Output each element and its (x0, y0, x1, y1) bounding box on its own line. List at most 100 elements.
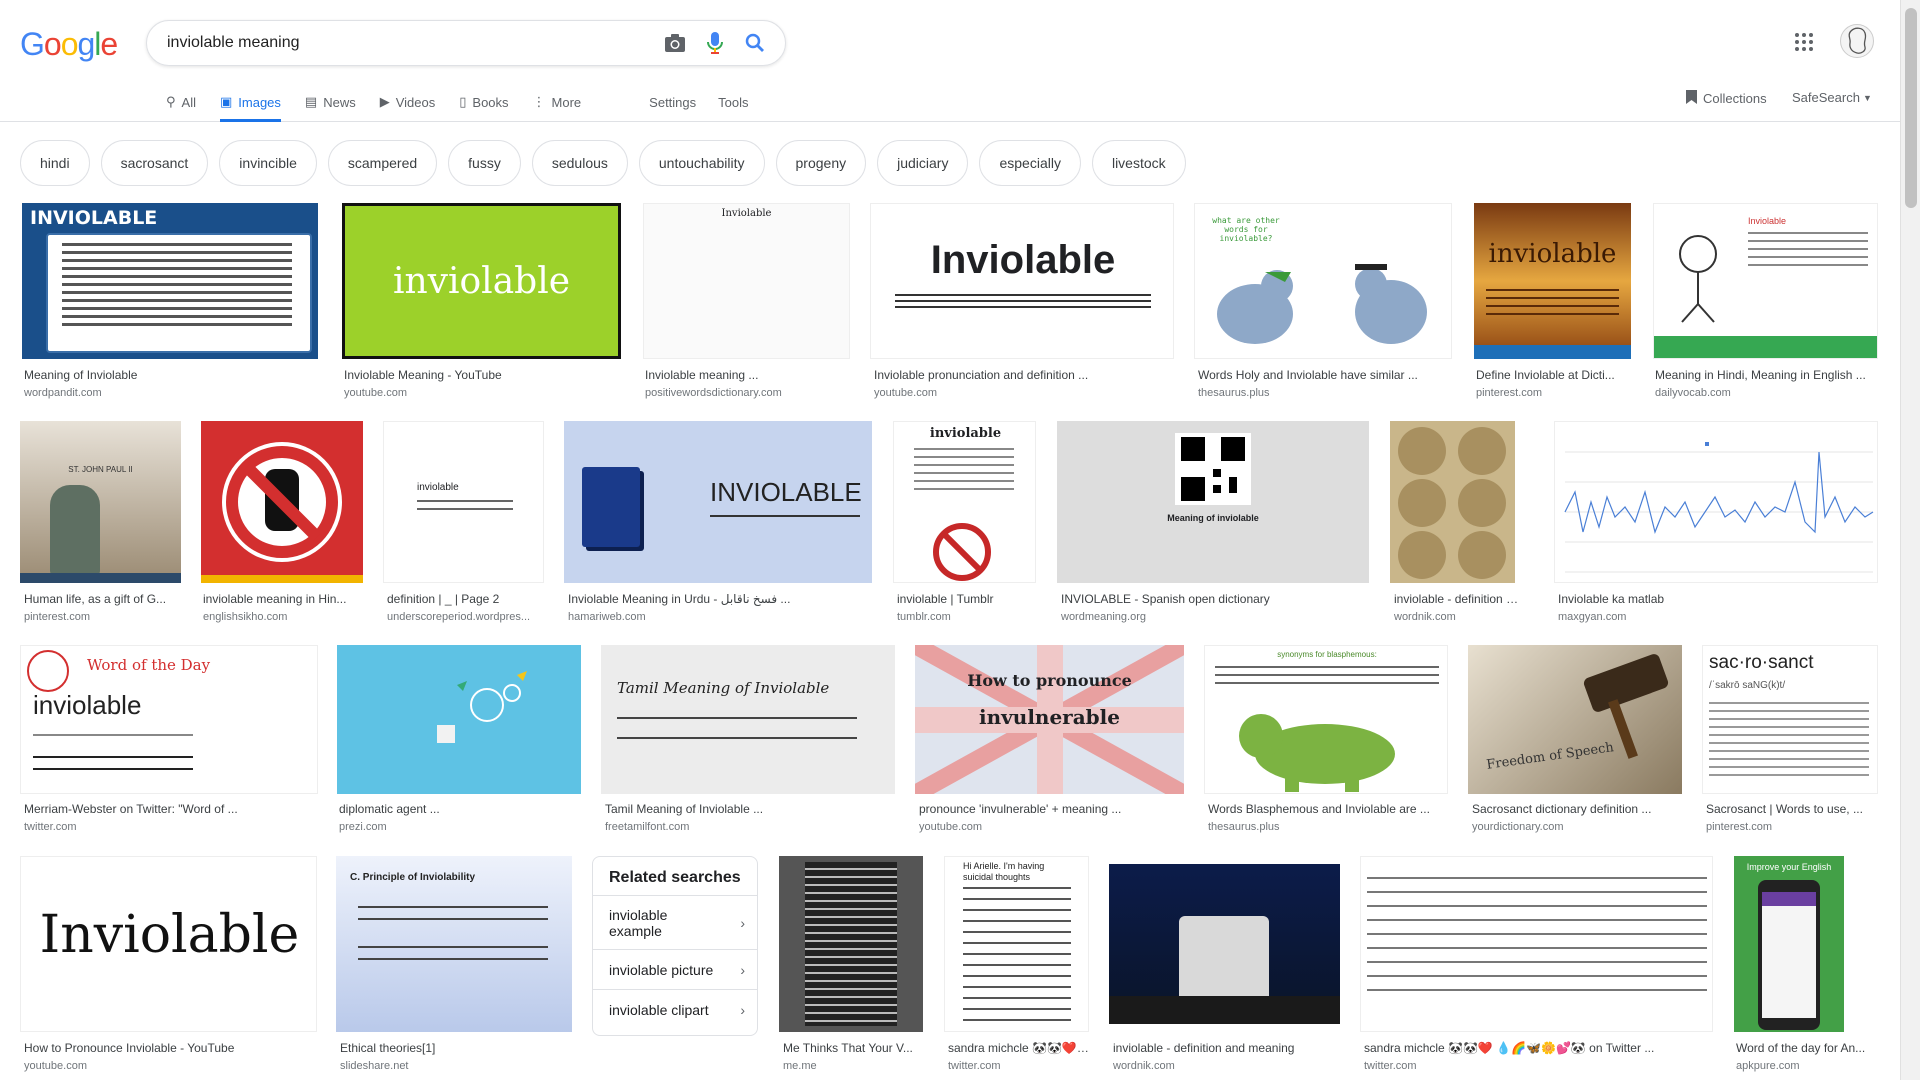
result-thumbnail[interactable]: INVIOLABLE (564, 421, 872, 583)
result-title[interactable]: Meaning of Inviolable (24, 368, 316, 382)
chip[interactable]: fussy (448, 140, 521, 186)
chip[interactable]: untouchability (638, 140, 765, 186)
tab-books[interactable]: ▯ Books (459, 88, 508, 122)
safesearch-menu[interactable]: SafeSearch ▼ (1792, 90, 1872, 105)
apps-grid-icon[interactable] (1794, 32, 1814, 52)
result-source[interactable]: pinterest.com (24, 611, 181, 623)
result-title[interactable]: inviolable - definition and meaning (1113, 1041, 1340, 1055)
result-title[interactable]: Inviolable meaning ... (645, 368, 848, 382)
chip[interactable]: especially (979, 140, 1081, 186)
result-thumbnail[interactable]: Meaning of inviolable (1057, 421, 1369, 583)
result-title[interactable]: Ethical theories[1] (340, 1041, 572, 1055)
search-box[interactable]: inviolable meaning (146, 20, 786, 66)
result-thumbnail[interactable] (1109, 856, 1340, 1032)
chip[interactable]: judiciary (877, 140, 969, 186)
result-title[interactable]: Define Inviolable at Dicti... (1476, 368, 1631, 382)
result-thumbnail[interactable]: inviolable (1474, 203, 1631, 359)
result-thumbnail[interactable]: Inviolable (1653, 203, 1878, 359)
result-source[interactable]: twitter.com (1364, 1060, 1713, 1072)
result-source[interactable]: pinterest.com (1476, 387, 1631, 399)
related-search-item[interactable]: inviolable picture › (593, 950, 757, 990)
result-title[interactable]: pronounce 'invulnerable' + meaning ... (919, 802, 1184, 816)
result-title[interactable]: diplomatic agent ... (339, 802, 581, 816)
result-title[interactable]: Meaning in Hindi, Meaning in English ... (1655, 368, 1878, 382)
result-source[interactable]: twitter.com (948, 1060, 1089, 1072)
result-thumbnail[interactable]: Improve your English (1734, 856, 1844, 1032)
result-source[interactable]: thesaurus.plus (1208, 821, 1448, 833)
tab-more[interactable]: ⋮ More (533, 88, 582, 122)
result-title[interactable]: Me Thinks That Your V... (783, 1041, 923, 1055)
result-source[interactable]: dailyvocab.com (1655, 387, 1878, 399)
result-thumbnail[interactable]: Tamil Meaning of Inviolable (601, 645, 895, 794)
result-thumbnail[interactable]: Word of the Day inviolable (20, 645, 318, 794)
result-source[interactable]: twitter.com (24, 821, 318, 833)
result-title[interactable]: sandra michcle 🐼🐼❤️ ... (948, 1041, 1089, 1055)
result-source[interactable]: wordnik.com (1113, 1060, 1340, 1072)
tab-images[interactable]: ▣ Images (219, 88, 281, 122)
result-title[interactable]: Sacrosanct | Words to use, ... (1706, 802, 1878, 816)
result-title[interactable]: Word of the day for An... (1736, 1041, 1886, 1055)
result-source[interactable]: youtube.com (919, 821, 1184, 833)
tab-videos[interactable]: ▶ Videos (380, 88, 436, 122)
tools-link[interactable]: Tools (718, 88, 748, 122)
result-title[interactable]: Human life, as a gift of G... (24, 592, 181, 606)
related-search-item[interactable]: inviolable example › (593, 896, 757, 950)
result-thumbnail[interactable]: Inviolable (643, 203, 850, 359)
chip[interactable]: sacrosanct (100, 140, 209, 186)
result-title[interactable]: Words Holy and Inviolable have similar .… (1198, 368, 1452, 382)
result-title[interactable]: inviolable - definition a... (1394, 592, 1519, 606)
result-title[interactable]: Inviolable ka matlab (1558, 592, 1878, 606)
result-thumbnail[interactable]: ST. JOHN PAUL II (20, 421, 181, 583)
result-thumbnail[interactable]: Hi Arielle. I'm having suicidal thoughts (944, 856, 1089, 1032)
result-title[interactable]: sandra michcle 🐼🐼❤️ 💧🌈🦋🌼💕🐼 on Twitter ..… (1364, 1041, 1713, 1055)
tab-news[interactable]: ▤ News (305, 88, 356, 122)
result-title[interactable]: INVIOLABLE - Spanish open dictionary (1061, 592, 1369, 606)
result-source[interactable]: youtube.com (24, 1060, 317, 1072)
account-avatar[interactable] (1840, 24, 1874, 58)
result-thumbnail[interactable]: Inviolable (20, 856, 317, 1032)
result-thumbnail[interactable]: synonyms for blasphemous: (1204, 645, 1448, 794)
result-source[interactable]: pinterest.com (1706, 821, 1878, 833)
result-title[interactable]: inviolable meaning in Hin... (203, 592, 363, 606)
result-thumbnail[interactable]: How to pronounce invulnerable (915, 645, 1184, 794)
result-source[interactable]: englishsikho.com (203, 611, 363, 623)
camera-icon[interactable] (663, 31, 687, 55)
result-title[interactable]: Merriam-Webster on Twitter: "Word of ... (24, 802, 318, 816)
result-thumbnail[interactable]: Inviolable (870, 203, 1174, 359)
result-title[interactable]: Inviolable pronunciation and definition … (874, 368, 1174, 382)
chip[interactable]: invincible (219, 140, 317, 186)
result-source[interactable]: prezi.com (339, 821, 581, 833)
related-search-item[interactable]: inviolable clipart › (593, 990, 757, 1030)
result-title[interactable]: inviolable | Tumblr (897, 592, 1036, 606)
result-thumbnail[interactable]: Freedom of Speech (1468, 645, 1682, 794)
result-thumbnail[interactable] (1360, 856, 1713, 1032)
result-thumbnail[interactable]: inviolable (383, 421, 544, 583)
chip[interactable]: livestock (1091, 140, 1186, 186)
result-thumbnail[interactable]: inviolable (893, 421, 1036, 583)
scrollbar-thumb[interactable] (1905, 8, 1917, 208)
search-icon[interactable] (743, 31, 767, 55)
result-source[interactable]: positivewordsdictionary.com (645, 387, 865, 399)
result-source[interactable]: tumblr.com (897, 611, 1036, 623)
search-input[interactable]: inviolable meaning (167, 34, 647, 52)
result-thumbnail[interactable]: INVIOLABLE (22, 203, 318, 359)
result-title[interactable]: How to Pronounce Inviolable - YouTube (24, 1041, 317, 1055)
google-logo[interactable]: Google (20, 26, 118, 63)
microphone-icon[interactable] (703, 31, 727, 55)
result-source[interactable]: slideshare.net (340, 1060, 572, 1072)
result-source[interactable]: youtube.com (874, 387, 1174, 399)
result-thumbnail[interactable]: inviolable (342, 203, 621, 359)
result-source[interactable]: hamariweb.com (568, 611, 872, 623)
result-title[interactable]: definition | _ | Page 2 (387, 592, 544, 606)
chip[interactable]: scampered (327, 140, 438, 186)
result-source[interactable]: maxgyan.com (1558, 611, 1878, 623)
result-thumbnail[interactable]: C. Principle of Inviolability (336, 856, 572, 1032)
chip[interactable]: progeny (775, 140, 867, 186)
result-thumbnail[interactable]: what are other words for inviolable? (1194, 203, 1452, 359)
result-thumbnail[interactable]: sac·ro·sanct /ˈsakrō saNG(k)t/ (1702, 645, 1878, 794)
result-source[interactable]: underscoreperiod.wordpres... (387, 611, 557, 623)
result-title[interactable]: Tamil Meaning of Inviolable ... (605, 802, 895, 816)
result-source[interactable]: wordpandit.com (24, 387, 316, 399)
settings-link[interactable]: Settings (649, 88, 696, 122)
result-thumbnail[interactable] (201, 421, 363, 583)
